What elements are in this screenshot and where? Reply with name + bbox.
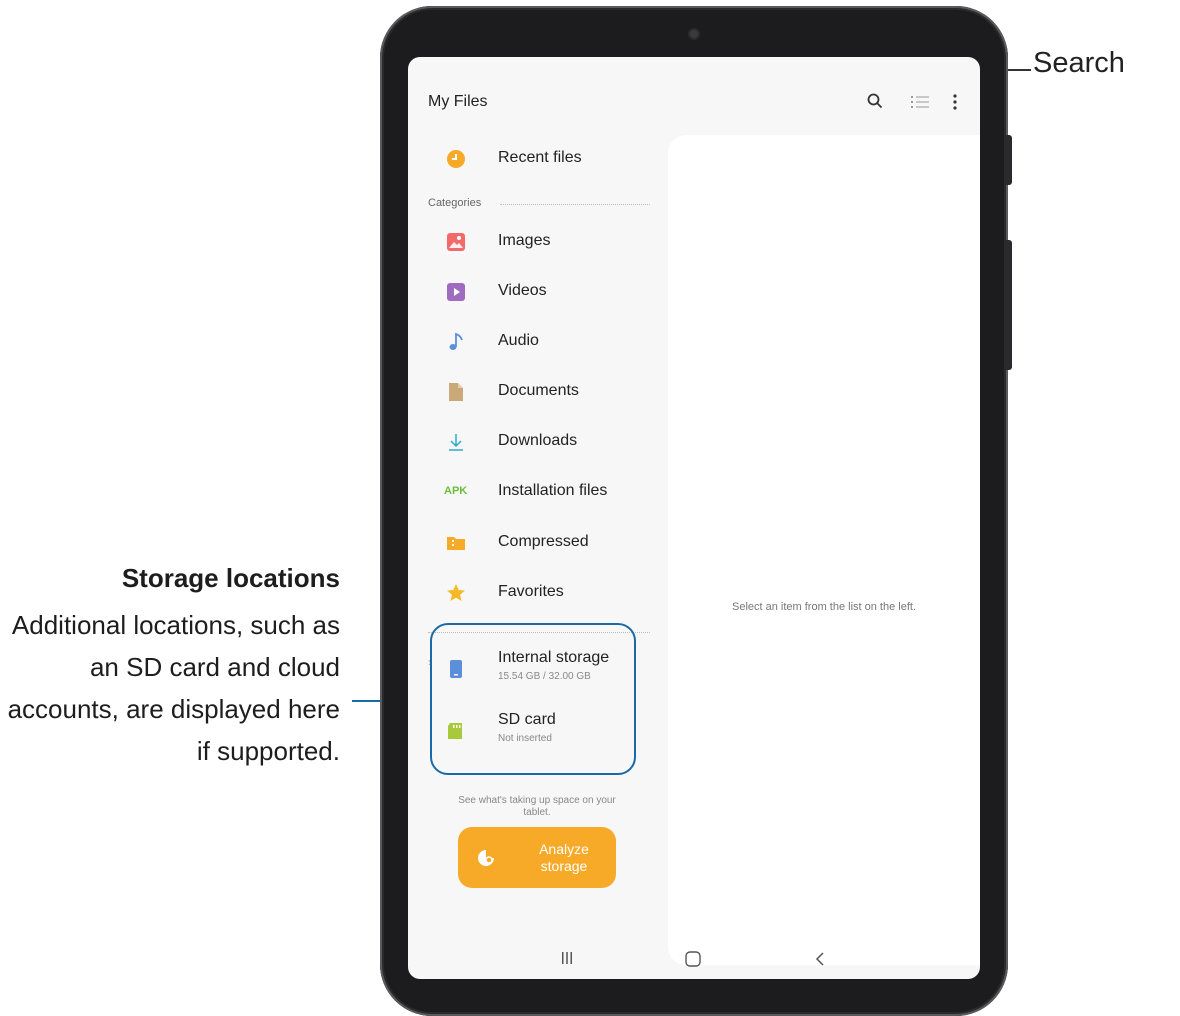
volume-button — [1006, 135, 1012, 185]
screen: My Files Recent files Categories Images … — [408, 57, 980, 979]
categories-divider — [500, 204, 650, 205]
clock-icon — [446, 149, 466, 169]
nav-documents[interactable]: Documents — [408, 372, 663, 412]
home-icon[interactable] — [685, 951, 701, 972]
front-camera — [690, 30, 698, 38]
back-icon[interactable] — [814, 951, 826, 972]
nav-recent-files[interactable]: Recent files — [408, 139, 663, 179]
nav-label: Recent files — [498, 149, 582, 166]
apk-icon: APK — [444, 485, 468, 497]
nav-compressed[interactable]: Compressed — [408, 523, 663, 563]
storage-callout-box — [430, 623, 636, 775]
folder-zip-icon — [446, 533, 466, 553]
search-icon[interactable] — [866, 92, 884, 115]
storage-analyze-icon — [476, 848, 496, 873]
star-icon — [446, 583, 466, 603]
analyze-storage-label: Analyze storage — [539, 841, 589, 874]
nav-label: Documents — [498, 382, 579, 399]
analyze-storage-button[interactable]: Analyze storage — [458, 827, 616, 888]
nav-label: Images — [498, 232, 551, 249]
system-navigation-bar — [408, 939, 980, 979]
nav-label: Installation files — [498, 482, 608, 499]
nav-label: Videos — [498, 282, 547, 299]
annotation-storage-body: Additional locations, such as an SD card… — [7, 610, 340, 766]
empty-state-message: Select an item from the list on the left… — [731, 601, 917, 613]
app-title: My Files — [428, 93, 488, 110]
download-icon — [446, 432, 466, 452]
video-icon — [446, 282, 466, 302]
nav-downloads[interactable]: Downloads — [408, 422, 663, 462]
list-view-icon[interactable] — [911, 94, 929, 114]
image-icon — [446, 232, 466, 252]
annotation-storage-title: Storage locations — [121, 563, 340, 593]
nav-label: Favorites — [498, 583, 564, 600]
content-pane: Select an item from the list on the left… — [668, 135, 980, 965]
more-options-icon[interactable] — [952, 94, 958, 115]
document-icon — [446, 382, 466, 402]
recents-icon[interactable] — [560, 951, 574, 970]
nav-audio[interactable]: Audio — [408, 322, 663, 362]
nav-label: Compressed — [498, 533, 589, 550]
nav-installation-files[interactable]: APK Installation files — [408, 472, 663, 512]
music-note-icon — [446, 332, 466, 352]
nav-label: Downloads — [498, 432, 578, 449]
annotation-search: Search — [1033, 47, 1125, 79]
analyze-prompt: See what's taking up space on your table… — [458, 795, 616, 818]
categories-header: Categories — [428, 197, 482, 209]
nav-videos[interactable]: Videos — [408, 272, 663, 312]
nav-images[interactable]: Images — [408, 222, 663, 262]
nav-label: Audio — [498, 332, 539, 349]
power-button — [1006, 240, 1012, 370]
nav-favorites[interactable]: Favorites — [408, 573, 663, 613]
